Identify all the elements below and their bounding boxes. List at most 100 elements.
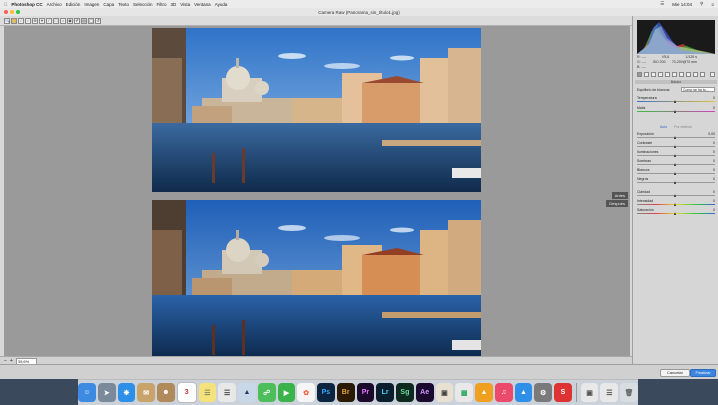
menu-vista[interactable]: Vista bbox=[180, 2, 190, 7]
mail-icon[interactable]: ✉ bbox=[137, 383, 156, 402]
tab-split-toning-icon[interactable] bbox=[665, 72, 670, 77]
slider-knob[interactable] bbox=[674, 172, 676, 175]
white-balance-select[interactable]: Como se ha to... bbox=[681, 87, 715, 92]
messages-icon[interactable]: ☍ bbox=[257, 383, 276, 402]
slider-value[interactable]: 0 bbox=[713, 150, 715, 154]
cancel-button[interactable]: Cancelar bbox=[660, 369, 690, 377]
rotate-left-icon[interactable]: ↺ bbox=[95, 17, 101, 24]
bridge-icon[interactable]: Br bbox=[336, 383, 355, 402]
slider-knob[interactable] bbox=[674, 181, 676, 184]
zoom-tool-icon[interactable]: 🔍 bbox=[4, 17, 10, 24]
slider-knob[interactable] bbox=[674, 163, 676, 166]
menu-edicion[interactable]: Edición bbox=[66, 2, 81, 7]
tab-presets-icon[interactable] bbox=[693, 72, 698, 77]
app-menu[interactable]: Photoshop CC bbox=[11, 2, 42, 7]
calendar-icon[interactable]: 3 bbox=[176, 382, 197, 403]
slider-value[interactable]: 0 bbox=[713, 199, 715, 203]
slider-value[interactable]: 0 bbox=[713, 159, 715, 163]
photoshop-icon[interactable]: Ps bbox=[317, 383, 335, 402]
slider-knob[interactable] bbox=[674, 136, 676, 139]
slider-track[interactable] bbox=[637, 195, 715, 196]
slider-value[interactable]: 0 bbox=[713, 177, 715, 181]
red-eye-icon[interactable]: ◉ bbox=[67, 17, 73, 24]
itunes-icon[interactable]: ♫ bbox=[494, 383, 513, 402]
preview-app-icon[interactable]: ▣ bbox=[435, 383, 454, 402]
menu-ventana[interactable]: Ventana bbox=[194, 2, 211, 7]
launchpad-icon[interactable]: ➤ bbox=[97, 383, 116, 402]
tab-snapshots-icon[interactable] bbox=[700, 72, 705, 77]
facetime-icon[interactable]: ▶ bbox=[277, 383, 296, 402]
menu-texto[interactable]: Texto bbox=[118, 2, 129, 7]
keynote-icon[interactable]: ▲ bbox=[475, 383, 493, 402]
transform-tool-icon[interactable]: □ bbox=[53, 17, 59, 24]
slider-value[interactable]: 0,00 bbox=[708, 132, 715, 136]
safari-icon[interactable]: ❋ bbox=[117, 383, 136, 402]
slider-knob[interactable] bbox=[674, 110, 676, 113]
crop-tool-icon[interactable]: ⌖ bbox=[39, 17, 45, 24]
brush-icon[interactable]: ✐ bbox=[74, 17, 80, 24]
menu-imagen[interactable]: Imagen bbox=[84, 2, 99, 7]
menu-seleccion[interactable]: Selección bbox=[133, 2, 153, 7]
menu-filtro[interactable]: Filtro bbox=[156, 2, 166, 7]
finder-icon[interactable]: ☺ bbox=[78, 383, 96, 402]
slider-knob[interactable] bbox=[674, 100, 676, 103]
tab-effects-icon[interactable] bbox=[679, 72, 684, 77]
default-link[interactable]: Por defecto bbox=[674, 125, 692, 129]
tab-hsl-icon[interactable] bbox=[658, 72, 663, 77]
slider-value[interactable]: 0 bbox=[713, 168, 715, 172]
radial-filter-icon[interactable]: ◯ bbox=[88, 17, 94, 24]
close-icon[interactable] bbox=[4, 10, 8, 14]
maps-icon[interactable]: ▲ bbox=[238, 383, 256, 402]
wifi-icon[interactable]: ☰ bbox=[660, 1, 664, 7]
slider-track[interactable] bbox=[637, 164, 715, 165]
menu-3d[interactable]: 3D bbox=[170, 2, 176, 7]
documents-folder-icon[interactable]: ▣ bbox=[580, 383, 599, 402]
numbers-icon[interactable]: ▩ bbox=[455, 383, 474, 402]
straighten-tool-icon[interactable]: ∕ bbox=[46, 17, 52, 24]
system-preferences-icon[interactable]: ⚙ bbox=[534, 383, 553, 402]
slider-track[interactable] bbox=[637, 182, 715, 183]
premiere-icon[interactable]: Pr bbox=[356, 383, 375, 402]
tab-lens-icon[interactable] bbox=[672, 72, 677, 77]
apple-menu-icon[interactable]:  bbox=[4, 2, 7, 7]
tab-tone-curve-icon[interactable] bbox=[644, 72, 649, 77]
slider-track[interactable] bbox=[637, 101, 715, 102]
zoom-icon[interactable] bbox=[16, 10, 20, 14]
tab-basic-icon[interactable] bbox=[637, 72, 642, 77]
tab-camera-calibration-icon[interactable] bbox=[686, 72, 691, 77]
app-store-icon[interactable]: ▲ bbox=[514, 383, 533, 402]
slider-value[interactable]: 0 bbox=[713, 190, 715, 194]
slider-knob[interactable] bbox=[674, 145, 676, 148]
downloads-folder-icon[interactable]: ☰ bbox=[600, 383, 619, 402]
slider-knob[interactable] bbox=[674, 194, 676, 197]
slider-value[interactable]: 0 bbox=[713, 141, 715, 145]
minimize-icon[interactable] bbox=[10, 10, 14, 14]
white-balance-tool-icon[interactable]: ⁄ bbox=[18, 17, 24, 24]
search-icon[interactable]: ⚲ bbox=[700, 1, 703, 7]
lightroom-icon[interactable]: Lr bbox=[376, 383, 395, 402]
speedgrade-icon[interactable]: Sg bbox=[396, 383, 414, 402]
s-app-icon[interactable]: S bbox=[554, 383, 572, 402]
graduated-filter-icon[interactable]: ▤ bbox=[81, 17, 87, 24]
spot-removal-icon[interactable]: ○ bbox=[60, 17, 66, 24]
targeted-adjust-icon[interactable]: ⊕ bbox=[32, 17, 38, 24]
trash-icon[interactable]: 🗑 bbox=[620, 383, 638, 402]
slider-track[interactable] bbox=[637, 137, 715, 138]
color-sampler-icon[interactable]: ⁄ bbox=[25, 17, 31, 24]
list-icon[interactable]: ≡ bbox=[711, 2, 714, 7]
tab-detail-icon[interactable] bbox=[651, 72, 656, 77]
slider-track[interactable] bbox=[637, 111, 715, 112]
slider-track[interactable] bbox=[637, 213, 715, 214]
slider-value[interactable]: 0 bbox=[713, 106, 715, 110]
slider-knob[interactable] bbox=[674, 154, 676, 157]
preview-area[interactable]: Antes Después bbox=[4, 26, 630, 366]
slider-track[interactable] bbox=[637, 155, 715, 156]
slider-knob[interactable] bbox=[674, 212, 676, 215]
auto-link[interactable]: Auto bbox=[660, 125, 667, 129]
reminders-icon[interactable]: ☰ bbox=[218, 383, 237, 402]
menu-capa[interactable]: Capa bbox=[103, 2, 114, 7]
clock[interactable]: Mie 14:04 bbox=[672, 2, 692, 7]
menu-archivo[interactable]: Archivo bbox=[47, 2, 62, 7]
slider-track[interactable] bbox=[637, 173, 715, 174]
slider-knob[interactable] bbox=[674, 203, 676, 206]
